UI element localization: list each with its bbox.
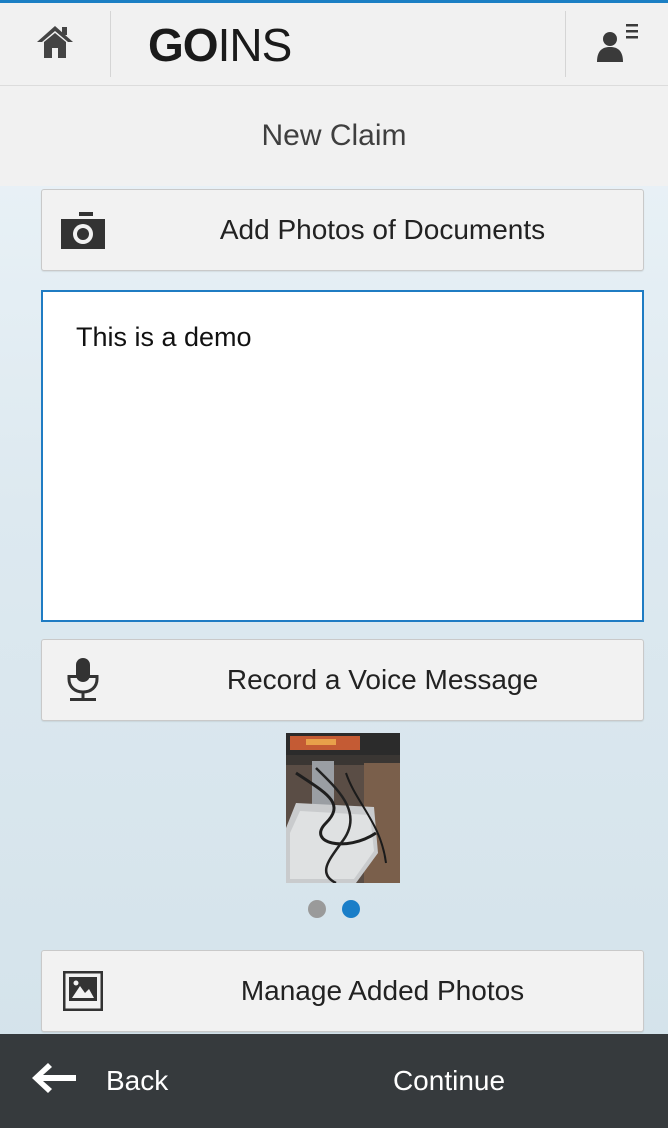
home-icon (35, 24, 75, 65)
add-photos-button[interactable]: Add Photos of Documents (41, 189, 644, 271)
carousel-dot[interactable] (308, 900, 326, 918)
bottom-nav-bar: Back Continue (0, 1034, 668, 1128)
claim-description-textarea[interactable]: This is a demo (41, 290, 644, 622)
photo-thumbnail[interactable] (286, 733, 400, 883)
header-divider (110, 11, 111, 77)
record-voice-button[interactable]: Record a Voice Message (41, 639, 644, 721)
image-gallery-icon (58, 969, 108, 1013)
carousel-dot-active[interactable] (342, 900, 360, 918)
user-menu-icon (593, 20, 641, 69)
carousel-indicator (0, 900, 668, 918)
manage-photos-button[interactable]: Manage Added Photos (41, 950, 644, 1032)
app-header: GOINS (0, 3, 668, 86)
claim-description-text: This is a demo (76, 322, 252, 352)
continue-button[interactable]: Continue (334, 1034, 564, 1128)
microphone-icon (58, 658, 108, 702)
home-button[interactable] (0, 3, 110, 85)
camera-icon (58, 208, 108, 252)
app-logo: GOINS (148, 19, 292, 71)
back-button[interactable]: Back (30, 1034, 168, 1128)
record-voice-label: Record a Voice Message (226, 664, 539, 695)
add-photos-label: Add Photos of Documents (219, 214, 546, 245)
arrow-left-icon (30, 1061, 78, 1102)
user-menu-button[interactable] (566, 3, 668, 85)
page-title: New Claim (0, 86, 668, 186)
back-label: Back (106, 1065, 169, 1096)
manage-photos-label: Manage Added Photos (240, 975, 525, 1006)
